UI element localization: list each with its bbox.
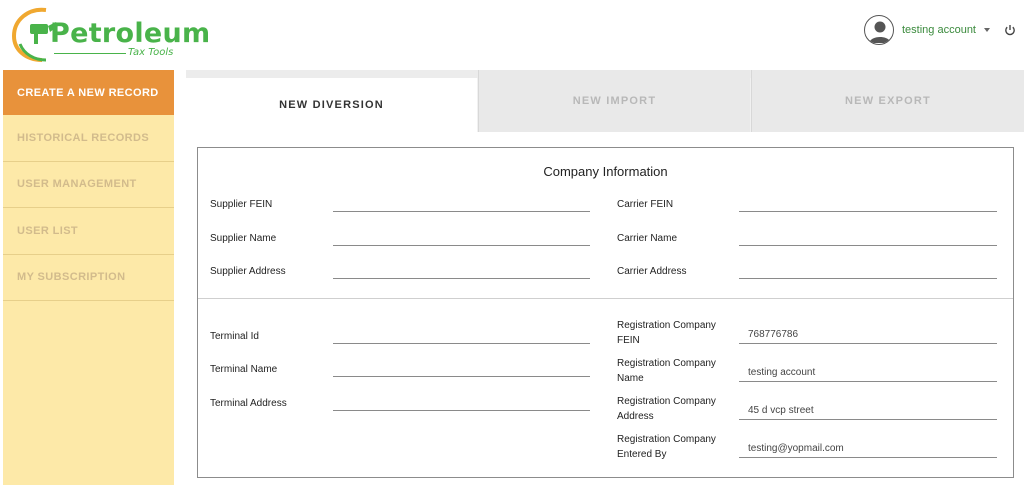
- reg-company-fein-label-line1: Registration Company: [617, 320, 716, 331]
- reg-company-address-label: Registration Company Address: [617, 394, 716, 424]
- reg-company-fein-label: Registration Company FEIN: [617, 318, 716, 348]
- terminal-name-label: Terminal Name: [210, 364, 278, 375]
- sidebar: CREATE A NEW RECORD HISTORICAL RECORDS U…: [3, 70, 174, 485]
- supplier-name-label: Supplier Name: [210, 233, 277, 244]
- section-divider: [198, 298, 1013, 299]
- terminal-address-label: Terminal Address: [210, 398, 287, 409]
- reg-company-entered-by-input[interactable]: testing@yopmail.com: [739, 442, 997, 458]
- reg-company-name-label-line1: Registration Company: [617, 358, 716, 369]
- logo-underline: [54, 53, 126, 54]
- reg-company-entered-by-label-line1: Registration Company: [617, 434, 716, 445]
- reg-company-name-input[interactable]: testing account: [739, 366, 997, 382]
- tab-new-diversion[interactable]: NEW DIVERSION: [186, 78, 477, 132]
- supplier-fein-input[interactable]: [333, 196, 590, 212]
- user-avatar-icon[interactable]: [864, 15, 894, 45]
- reg-company-name-label-line2: Name: [617, 373, 644, 384]
- supplier-address-label: Supplier Address: [210, 266, 286, 277]
- carrier-name-label: Carrier Name: [617, 233, 678, 244]
- account-menu[interactable]: testing account: [864, 14, 1016, 46]
- record-type-tabs: NEW DIVERSION NEW IMPORT NEW EXPORT: [186, 70, 1024, 132]
- power-icon[interactable]: [1004, 24, 1016, 36]
- sidebar-item-historical-records[interactable]: HISTORICAL RECORDS: [3, 115, 174, 162]
- company-information-form: Company Information Supplier FEIN Suppli…: [197, 147, 1014, 478]
- terminal-name-input[interactable]: [333, 361, 590, 377]
- terminal-address-input[interactable]: [333, 395, 590, 411]
- reg-company-entered-by-label-line2: Entered By: [617, 449, 667, 460]
- reg-company-fein-label-line2: FEIN: [617, 335, 640, 346]
- tab-new-export[interactable]: NEW EXPORT: [751, 70, 1024, 132]
- logo-subtitle: Tax Tools: [128, 47, 174, 58]
- reg-company-address-label-line1: Registration Company: [617, 396, 716, 407]
- supplier-fein-label: Supplier FEIN: [210, 199, 273, 210]
- carrier-name-input[interactable]: [739, 230, 997, 246]
- header: Petroleum Tax Tools testing account: [0, 0, 1024, 68]
- reg-company-name-label: Registration Company Name: [617, 356, 716, 386]
- terminal-id-label: Terminal Id: [210, 331, 259, 342]
- reg-company-address-input[interactable]: 45 d vcp street: [739, 404, 997, 420]
- supplier-address-input[interactable]: [333, 263, 590, 279]
- supplier-name-input[interactable]: [333, 230, 590, 246]
- form-title: Company Information: [543, 164, 668, 179]
- sidebar-item-create-record[interactable]: CREATE A NEW RECORD: [3, 70, 174, 115]
- tab-new-import[interactable]: NEW IMPORT: [478, 70, 750, 132]
- chevron-down-icon[interactable]: [984, 28, 990, 32]
- carrier-fein-label: Carrier FEIN: [617, 199, 674, 210]
- carrier-fein-input[interactable]: [739, 196, 997, 212]
- account-name[interactable]: testing account: [902, 24, 976, 36]
- carrier-address-label: Carrier Address: [617, 266, 687, 277]
- terminal-id-input[interactable]: [333, 328, 590, 344]
- sidebar-item-user-management[interactable]: USER MANAGEMENT: [3, 162, 174, 208]
- carrier-address-input[interactable]: [739, 263, 997, 279]
- logo-title: Petroleum: [50, 18, 211, 49]
- reg-company-fein-input[interactable]: 768776786: [739, 328, 997, 344]
- petroleum-logo[interactable]: Petroleum Tax Tools: [10, 6, 210, 64]
- reg-company-address-label-line2: Address: [617, 411, 654, 422]
- reg-company-entered-by-label: Registration Company Entered By: [617, 432, 716, 462]
- sidebar-item-user-list[interactable]: USER LIST: [3, 208, 174, 255]
- sidebar-item-my-subscription[interactable]: MY SUBSCRIPTION: [3, 255, 174, 301]
